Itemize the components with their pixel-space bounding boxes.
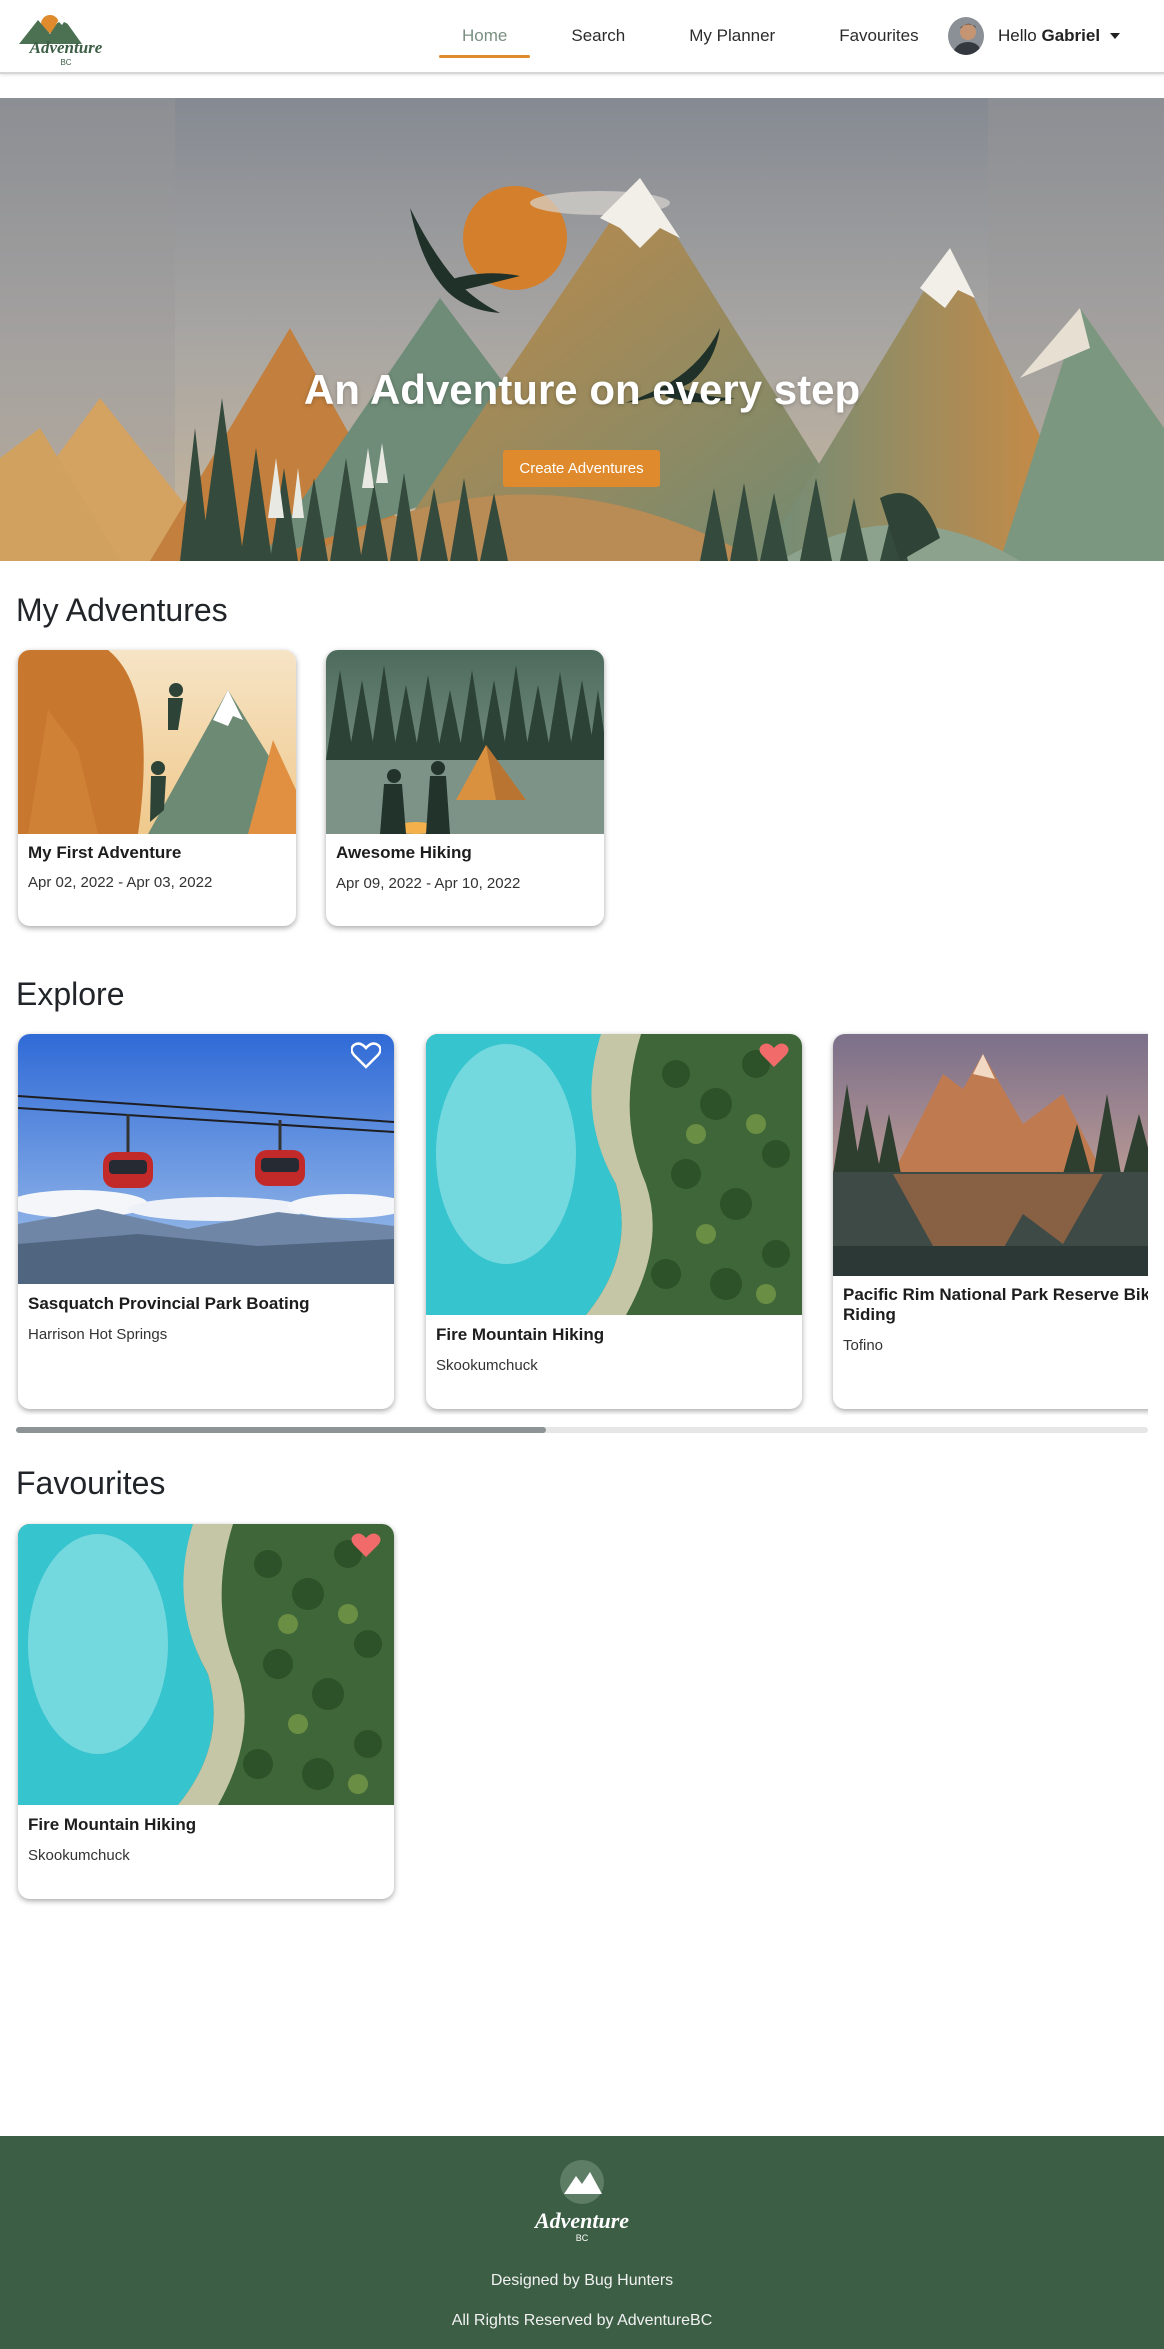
logo-sub: BC — [60, 58, 71, 67]
explore-card-title: Fire Mountain Hiking — [436, 1325, 605, 1344]
explore-card-location: Tofino — [843, 1337, 884, 1354]
favourite-card-image — [18, 1524, 394, 1805]
avatar — [948, 17, 984, 55]
adventure-card-dates: Apr 02, 2022 - Apr 03, 2022 — [28, 874, 213, 891]
user-name: Gabriel — [1041, 26, 1101, 45]
explore-scrollbar[interactable] — [16, 1427, 1148, 1433]
user-greeting: Hello Gabriel — [998, 26, 1101, 45]
footer: Adventure BC Designed by Bug Hunters All… — [0, 2136, 1164, 2349]
explore-card[interactable]: Pacific Rim National Park Reserve Bike R… — [833, 1034, 1148, 1409]
adventure-card-title: Awesome Hiking — [336, 843, 472, 862]
nav-links: Home Search My Planner Favourites — [430, 0, 951, 74]
favourite-card-location: Skookumchuck — [28, 1847, 130, 1864]
adventure-card-image — [326, 650, 604, 834]
explore-scrollbar-thumb[interactable] — [16, 1427, 546, 1433]
explore-card-image — [833, 1034, 1148, 1276]
create-adventures-button[interactable]: Create Adventures — [503, 450, 660, 487]
hero-illustration — [0, 98, 1164, 561]
adventure-card[interactable]: Awesome Hiking Apr 09, 2022 - Apr 10, 20… — [326, 650, 604, 926]
nav-home[interactable]: Home — [430, 0, 539, 74]
nav-favourites[interactable]: Favourites — [807, 0, 950, 74]
explore-carousel[interactable]: Sasquatch Provincial Park Boating Harris… — [0, 1030, 1148, 1415]
footer-rights: All Rights Reserved by AdventureBC — [451, 2312, 713, 2329]
hero-banner: An Adventure on every step Create Advent… — [0, 98, 1164, 561]
explore-card[interactable]: Fire Mountain Hiking Skookumchuck — [426, 1034, 802, 1409]
explore-card-image — [18, 1034, 394, 1284]
nav-my-planner[interactable]: My Planner — [657, 0, 807, 74]
navbar: Adventure BC Home Search My Planner Favo… — [0, 0, 1164, 74]
logo-text: Adventure — [29, 38, 103, 57]
footer-logo-text: Adventure — [534, 2208, 629, 2233]
favourite-card-title: Fire Mountain Hiking — [28, 1815, 197, 1834]
adventure-card-title: My First Adventure — [28, 843, 182, 862]
user-menu[interactable]: Hello Gabriel — [948, 15, 1121, 57]
nav-search[interactable]: Search — [539, 0, 657, 74]
heart-outline-icon[interactable] — [351, 1041, 381, 1069]
favourite-card[interactable]: Fire Mountain Hiking Skookumchuck — [18, 1524, 394, 1899]
explore-card-location: Skookumchuck — [436, 1357, 538, 1374]
explore-heading: Explore — [16, 976, 125, 1012]
logo-icon[interactable]: Adventure BC — [16, 6, 116, 70]
caret-down-icon[interactable] — [1110, 33, 1121, 39]
hero-title: An Adventure on every step — [303, 366, 861, 413]
my-adventures-heading: My Adventures — [16, 592, 228, 628]
favourites-heading: Favourites — [16, 1465, 166, 1501]
heart-filled-icon[interactable] — [759, 1041, 789, 1069]
explore-card-image — [426, 1034, 802, 1315]
explore-card-title: Pacific Rim National Park Reserve Bike R… — [843, 1285, 1148, 1324]
heart-filled-icon[interactable] — [351, 1531, 381, 1559]
footer-logo-sub: BC — [576, 2233, 589, 2243]
adventure-card-dates: Apr 09, 2022 - Apr 10, 2022 — [336, 875, 521, 892]
explore-card-title: Sasquatch Provincial Park Boating — [28, 1294, 310, 1313]
adventure-card-image — [18, 650, 296, 834]
footer-logo-icon: Adventure BC — [534, 2160, 629, 2243]
explore-card-location: Harrison Hot Springs — [28, 1326, 168, 1343]
footer-designed-by: Designed by Bug Hunters — [490, 2272, 674, 2289]
explore-card[interactable]: Sasquatch Provincial Park Boating Harris… — [18, 1034, 394, 1409]
adventure-card[interactable]: My First Adventure Apr 02, 2022 - Apr 03… — [18, 650, 296, 926]
